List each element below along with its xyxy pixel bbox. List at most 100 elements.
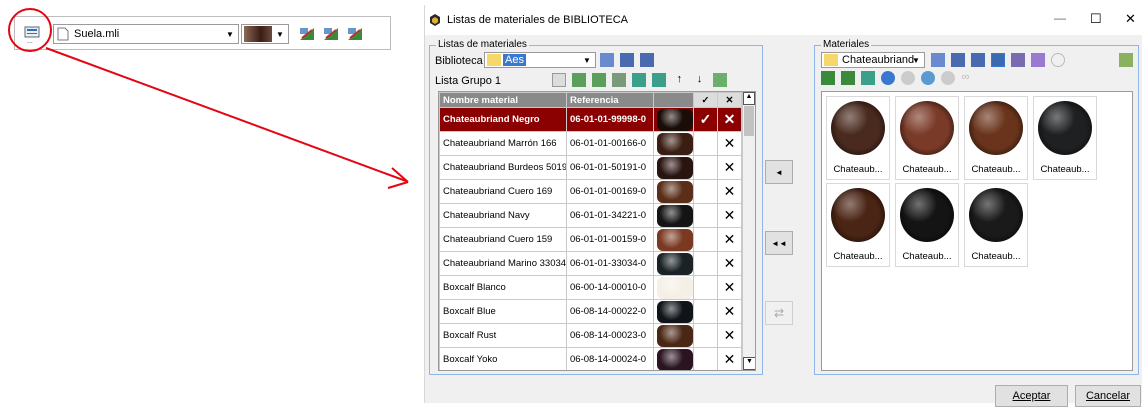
table-row[interactable]: Chateaubriand Cuero 159 06-01-01-00159-0 ✕ [439,227,742,252]
row-check[interactable] [693,131,718,156]
chevron-down-icon[interactable]: ▼ [908,53,924,67]
lista-value[interactable]: Lista Grupo 1 [435,75,501,87]
biblioteca-tools [600,53,657,67]
row-delete-icon[interactable]: ✕ [717,251,742,276]
row-delete-icon[interactable]: ✕ [717,131,742,156]
material-card[interactable]: Chateaub... [826,96,890,180]
close-button[interactable]: ✕ [1125,11,1136,27]
remove-list-icon[interactable] [592,73,607,87]
material-card[interactable]: Chateaub... [964,96,1028,180]
table-row[interactable]: Chateaubriand Burdeos 50191 06-01-01-5019… [439,155,742,180]
row-check[interactable] [693,155,718,180]
link-icon[interactable]: ∞ [961,71,975,85]
cancel-button[interactable]: Cancelar [1075,385,1141,407]
row-check[interactable] [693,323,718,348]
col-header-check[interactable]: ✓ [693,92,718,108]
material-card-label: Chateaub... [1040,164,1090,175]
material-swatch [657,252,693,275]
row-delete-icon[interactable]: ✕ [717,179,742,204]
material-card[interactable]: Chateaub... [895,183,959,267]
library-icon[interactable] [931,53,945,67]
col-header-name[interactable]: Nombre material [439,92,567,108]
table-row[interactable]: Boxcalf Blue 06-08-14-00022-0 ✕ [439,299,742,324]
materiales-combobox[interactable]: Chateaubriand ▼ [821,52,925,68]
view-large-icon[interactable] [991,53,1006,67]
material-sphere-gray-icon[interactable] [901,71,916,85]
sort-icon[interactable] [1031,53,1046,67]
table-row[interactable]: Chateaubriand Cuero 169 06-01-01-00169-0 ✕ [439,179,742,204]
table-row[interactable]: Chateaubriand Negro 06-01-01-99998-0 ✓ ✕ [439,107,742,132]
col-header-ref[interactable]: Referencia [566,92,654,108]
scroll-up-icon[interactable]: ▲ [743,92,755,105]
row-delete-icon[interactable]: ✕ [717,275,742,300]
material-edit-icon[interactable] [841,71,856,85]
export-icon[interactable] [640,53,655,67]
row-delete-icon[interactable]: ✕ [717,323,742,348]
dropdown-icon[interactable] [552,73,566,87]
row-check[interactable] [693,275,718,300]
view-small-icon[interactable] [1011,53,1026,67]
material-copy-icon[interactable] [861,71,876,85]
materiales-value: Chateaubriand [842,54,915,66]
import-icon[interactable] [620,53,635,67]
arrow-down-icon[interactable]: ↓ [692,73,706,87]
refresh-icon[interactable] [712,73,727,87]
material-card[interactable]: Chateaub... [964,183,1028,267]
add-list-icon[interactable] [572,73,587,87]
row-delete-icon[interactable]: ✕ [717,227,742,252]
table-row[interactable]: Chateaubriand Marino 33034 06-01-01-33034… [439,251,742,276]
row-check[interactable] [693,179,718,204]
row-delete-icon[interactable]: ✕ [717,107,742,132]
material-new-icon[interactable] [921,71,936,85]
material-card[interactable]: Chateaub... [895,96,959,180]
row-check[interactable] [693,227,718,252]
row-delete-icon[interactable]: ✕ [717,155,742,180]
search-icon[interactable] [1051,53,1066,67]
col-header-delete[interactable]: ✕ [717,92,742,108]
maximize-button[interactable]: ☐ [1090,11,1102,27]
chevron-down-icon[interactable]: ▼ [579,53,595,67]
table-row[interactable]: Boxcalf Yoko 06-08-14-00024-0 ✕ [439,347,742,370]
materials-grid: Chateaub... Chateaub... Chateaub... Chateau… [821,91,1133,371]
table-row[interactable]: Chateaubriand Navy 06-01-01-34221-0 ✕ [439,203,742,228]
row-swatch [653,227,694,252]
row-check[interactable]: ✓ [693,107,718,132]
import-icon[interactable] [951,53,966,67]
minimize-button[interactable]: — [1054,11,1066,25]
material-sphere-icon[interactable] [881,71,896,85]
export-excel-icon[interactable] [1119,53,1133,67]
scroll-thumb[interactable] [744,106,754,136]
material-card[interactable]: Chateaub... [826,183,890,267]
table-row[interactable]: Boxcalf Blanco 06-00-14-00010-0 ✕ [439,275,742,300]
row-check[interactable] [693,299,718,324]
row-delete-icon[interactable]: ✕ [717,347,742,370]
arrow-up-icon[interactable]: ↑ [672,73,686,87]
library-icon[interactable] [600,53,614,67]
move-all-left-button[interactable]: ◄◄ [765,231,793,255]
table-row[interactable]: Boxcalf Rust 06-08-14-00023-0 ✕ [439,323,742,348]
rename-list-icon[interactable] [632,73,647,87]
material-card[interactable]: Chateaub... [1033,96,1097,180]
material-sphere [831,101,885,155]
copy-list-icon[interactable] [652,73,667,87]
accept-button[interactable]: Aceptar [995,385,1068,407]
material-add-icon[interactable] [821,71,835,85]
material-duplicate-icon[interactable] [941,71,956,85]
row-ref: 06-08-14-00023-0 [566,323,654,348]
move-left-button[interactable]: ◄ [765,160,793,184]
row-ref: 06-08-14-00024-0 [566,347,654,370]
biblioteca-combobox[interactable]: Aes ▼ [484,52,596,68]
row-check[interactable] [693,203,718,228]
table-row[interactable]: Chateaubriand Marrón 166 06-01-01-00166-0… [439,131,742,156]
row-check[interactable] [693,347,718,370]
swap-button[interactable]: ⇄ [765,301,793,325]
scroll-down-icon[interactable]: ▼ [743,357,755,370]
save-list-icon[interactable] [612,73,627,87]
table-scrollbar[interactable]: ▲ ▼ [742,92,755,370]
row-check[interactable] [693,251,718,276]
row-delete-icon[interactable]: ✕ [717,203,742,228]
row-delete-icon[interactable]: ✕ [717,299,742,324]
export-icon[interactable] [971,53,986,67]
biblioteca-value: Aes [503,54,526,66]
materials-table-container: Nombre material Referencia ✓ ✕ Chateaubr… [438,91,756,371]
